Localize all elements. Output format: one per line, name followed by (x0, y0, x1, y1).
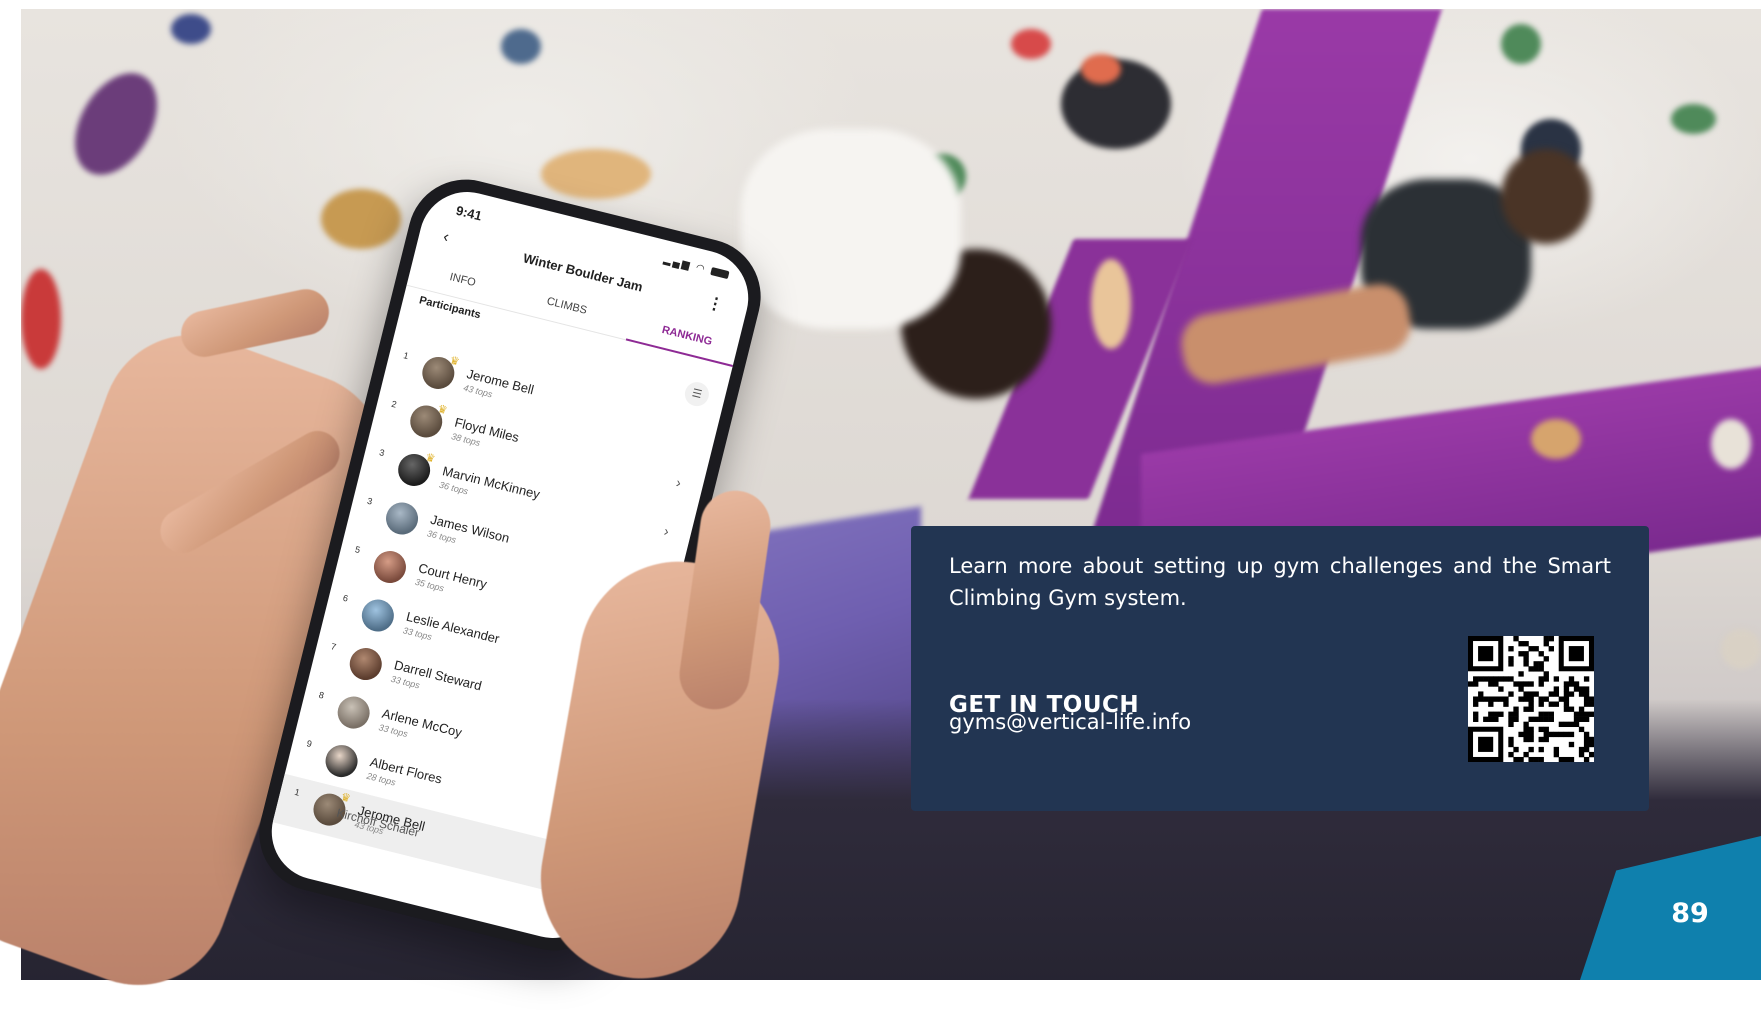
avatar (358, 596, 398, 635)
climber-shirt (741, 129, 961, 329)
crown-icon: ♛ (424, 451, 437, 466)
climbing-hold (1081, 54, 1121, 84)
filter-icon[interactable]: ☰ (682, 379, 712, 409)
rank-number: 3 (378, 447, 386, 459)
tab-info[interactable]: INFO (448, 271, 476, 289)
avatar (346, 644, 386, 684)
rank-number: 3 (366, 495, 374, 507)
crown-icon: ♛ (436, 403, 449, 418)
contact-email-link[interactable]: gyms@vertical-life.info (949, 710, 1191, 734)
chevron-right-icon: › (674, 474, 683, 491)
climbing-hold (501, 29, 541, 64)
climbing-hold (1011, 29, 1051, 59)
tab-ranking[interactable]: RANKING (661, 324, 714, 348)
avatar (322, 741, 361, 781)
chevron-right-icon: › (662, 522, 671, 540)
rank-number: 5 (354, 544, 362, 556)
rank-number: 9 (305, 738, 313, 750)
avatar (370, 547, 410, 587)
qr-code[interactable] (1468, 636, 1594, 762)
rank-number: 7 (329, 641, 338, 653)
info-card: Learn more about setting up gym challeng… (911, 526, 1649, 811)
climber-head (1501, 149, 1591, 244)
crown-icon: ♛ (339, 791, 352, 806)
rank-number: 1 (402, 350, 410, 362)
rank-number: 1 (293, 786, 301, 798)
crown-icon: ♛ (448, 354, 461, 369)
climbing-hold (21, 269, 61, 369)
climbing-hold (321, 189, 401, 249)
rank-number: 8 (317, 689, 326, 701)
page-number: 89 (1671, 898, 1709, 929)
avatar (334, 693, 374, 732)
climbing-hold (1721, 629, 1761, 669)
climbing-hold (1531, 419, 1581, 459)
rank-number: 2 (390, 398, 398, 410)
climbing-hold (1091, 259, 1131, 349)
climbing-hold (1671, 104, 1716, 134)
avatar (382, 499, 422, 538)
climbing-hold (1711, 419, 1751, 469)
signal-wifi-battery-icon: ▂▄▆ ◠ (662, 254, 730, 281)
rank-number: 6 (341, 592, 350, 604)
card-description: Learn more about setting up gym challeng… (949, 554, 1611, 610)
active-tab-indicator (625, 338, 734, 367)
tab-climbs[interactable]: CLIMBS (545, 295, 588, 317)
climbing-hold (1501, 24, 1541, 64)
climbing-hold (541, 149, 651, 199)
status-time: 9:41 (454, 202, 484, 224)
climbing-hold (171, 14, 211, 44)
